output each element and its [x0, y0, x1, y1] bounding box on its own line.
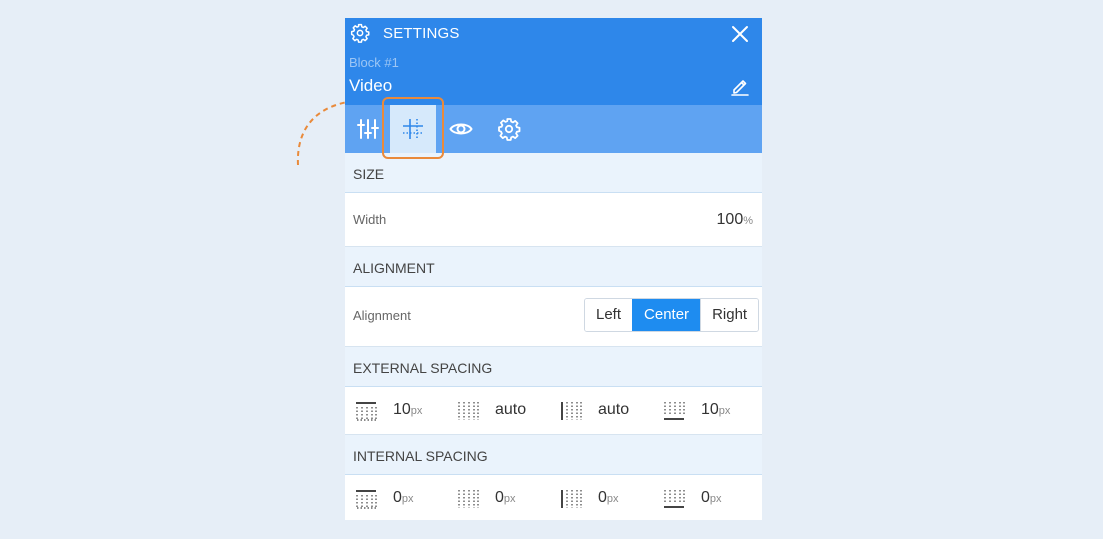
- spacing-left-icon: [458, 490, 479, 508]
- padding-bottom-value: 0: [701, 489, 710, 506]
- section-external-spacing: EXTERNAL SPACING: [345, 347, 762, 387]
- width-unit: %: [743, 215, 753, 227]
- tab-advanced[interactable]: [486, 105, 532, 153]
- section-title: INTERNAL SPACING: [353, 448, 488, 464]
- padding-left-value: 0: [495, 489, 504, 506]
- tab-visibility[interactable]: [438, 105, 484, 153]
- spacing-right-icon: [561, 490, 582, 508]
- padding-left-unit: px: [503, 493, 516, 505]
- gear-icon: [498, 118, 521, 141]
- settings-panel: SETTINGS Block #1 Video SIZE Width 100% …: [345, 18, 762, 520]
- alignment-row: Alignment Left Center Right: [345, 287, 762, 347]
- align-right-button[interactable]: Right: [700, 299, 759, 331]
- margin-left-value: auto: [495, 401, 527, 418]
- margin-top-value: 10: [393, 401, 411, 418]
- sliders-icon: [357, 119, 379, 139]
- pencil-icon[interactable]: [730, 76, 750, 96]
- align-left-button[interactable]: Left: [585, 299, 633, 331]
- settings-gear-icon: [350, 23, 370, 43]
- section-title: SIZE: [353, 166, 385, 182]
- alignment-segmented-control: Left Center Right: [584, 298, 760, 332]
- block-name: Video: [349, 76, 393, 95]
- width-value: 100: [716, 211, 744, 228]
- section-internal-spacing: INTERNAL SPACING: [345, 435, 762, 475]
- width-input[interactable]: 100%: [717, 211, 753, 229]
- margin-bottom-unit: px: [718, 405, 731, 417]
- panel-title: SETTINGS: [383, 25, 460, 42]
- section-size: SIZE: [345, 153, 762, 193]
- margin-right-value: auto: [598, 401, 630, 418]
- external-spacing-row: 10px auto auto 10px: [345, 387, 762, 435]
- width-label: Width: [353, 212, 387, 227]
- section-alignment: ALIGNMENT: [345, 247, 762, 287]
- spacing-top-icon: [356, 490, 377, 509]
- section-title: ALIGNMENT: [353, 260, 435, 276]
- spacing-top-icon: [356, 402, 377, 421]
- width-row: Width 100%: [345, 193, 762, 247]
- panel-header: SETTINGS Block #1 Video: [345, 18, 762, 105]
- padding-right-unit: px: [606, 493, 619, 505]
- spacing-left-icon: [458, 402, 479, 420]
- tab-highlight-frame: [382, 97, 444, 159]
- spacing-bottom-icon: [664, 490, 685, 508]
- spacing-right-icon: [561, 402, 582, 420]
- padding-right-value: 0: [598, 489, 607, 506]
- block-label: Block #1: [349, 55, 399, 70]
- padding-top-value: 0: [393, 489, 402, 506]
- align-center-button[interactable]: Center: [632, 299, 701, 331]
- close-icon[interactable]: [731, 25, 749, 43]
- section-title: EXTERNAL SPACING: [353, 360, 493, 376]
- spacing-bottom-icon: [664, 402, 685, 420]
- internal-spacing-row: 0px 0px 0px 0px: [345, 475, 762, 520]
- padding-top-unit: px: [401, 493, 414, 505]
- margin-bottom-value: 10: [701, 401, 719, 418]
- eye-icon: [449, 123, 473, 135]
- alignment-label: Alignment: [353, 308, 411, 323]
- padding-bottom-unit: px: [709, 493, 722, 505]
- margin-top-unit: px: [410, 405, 423, 417]
